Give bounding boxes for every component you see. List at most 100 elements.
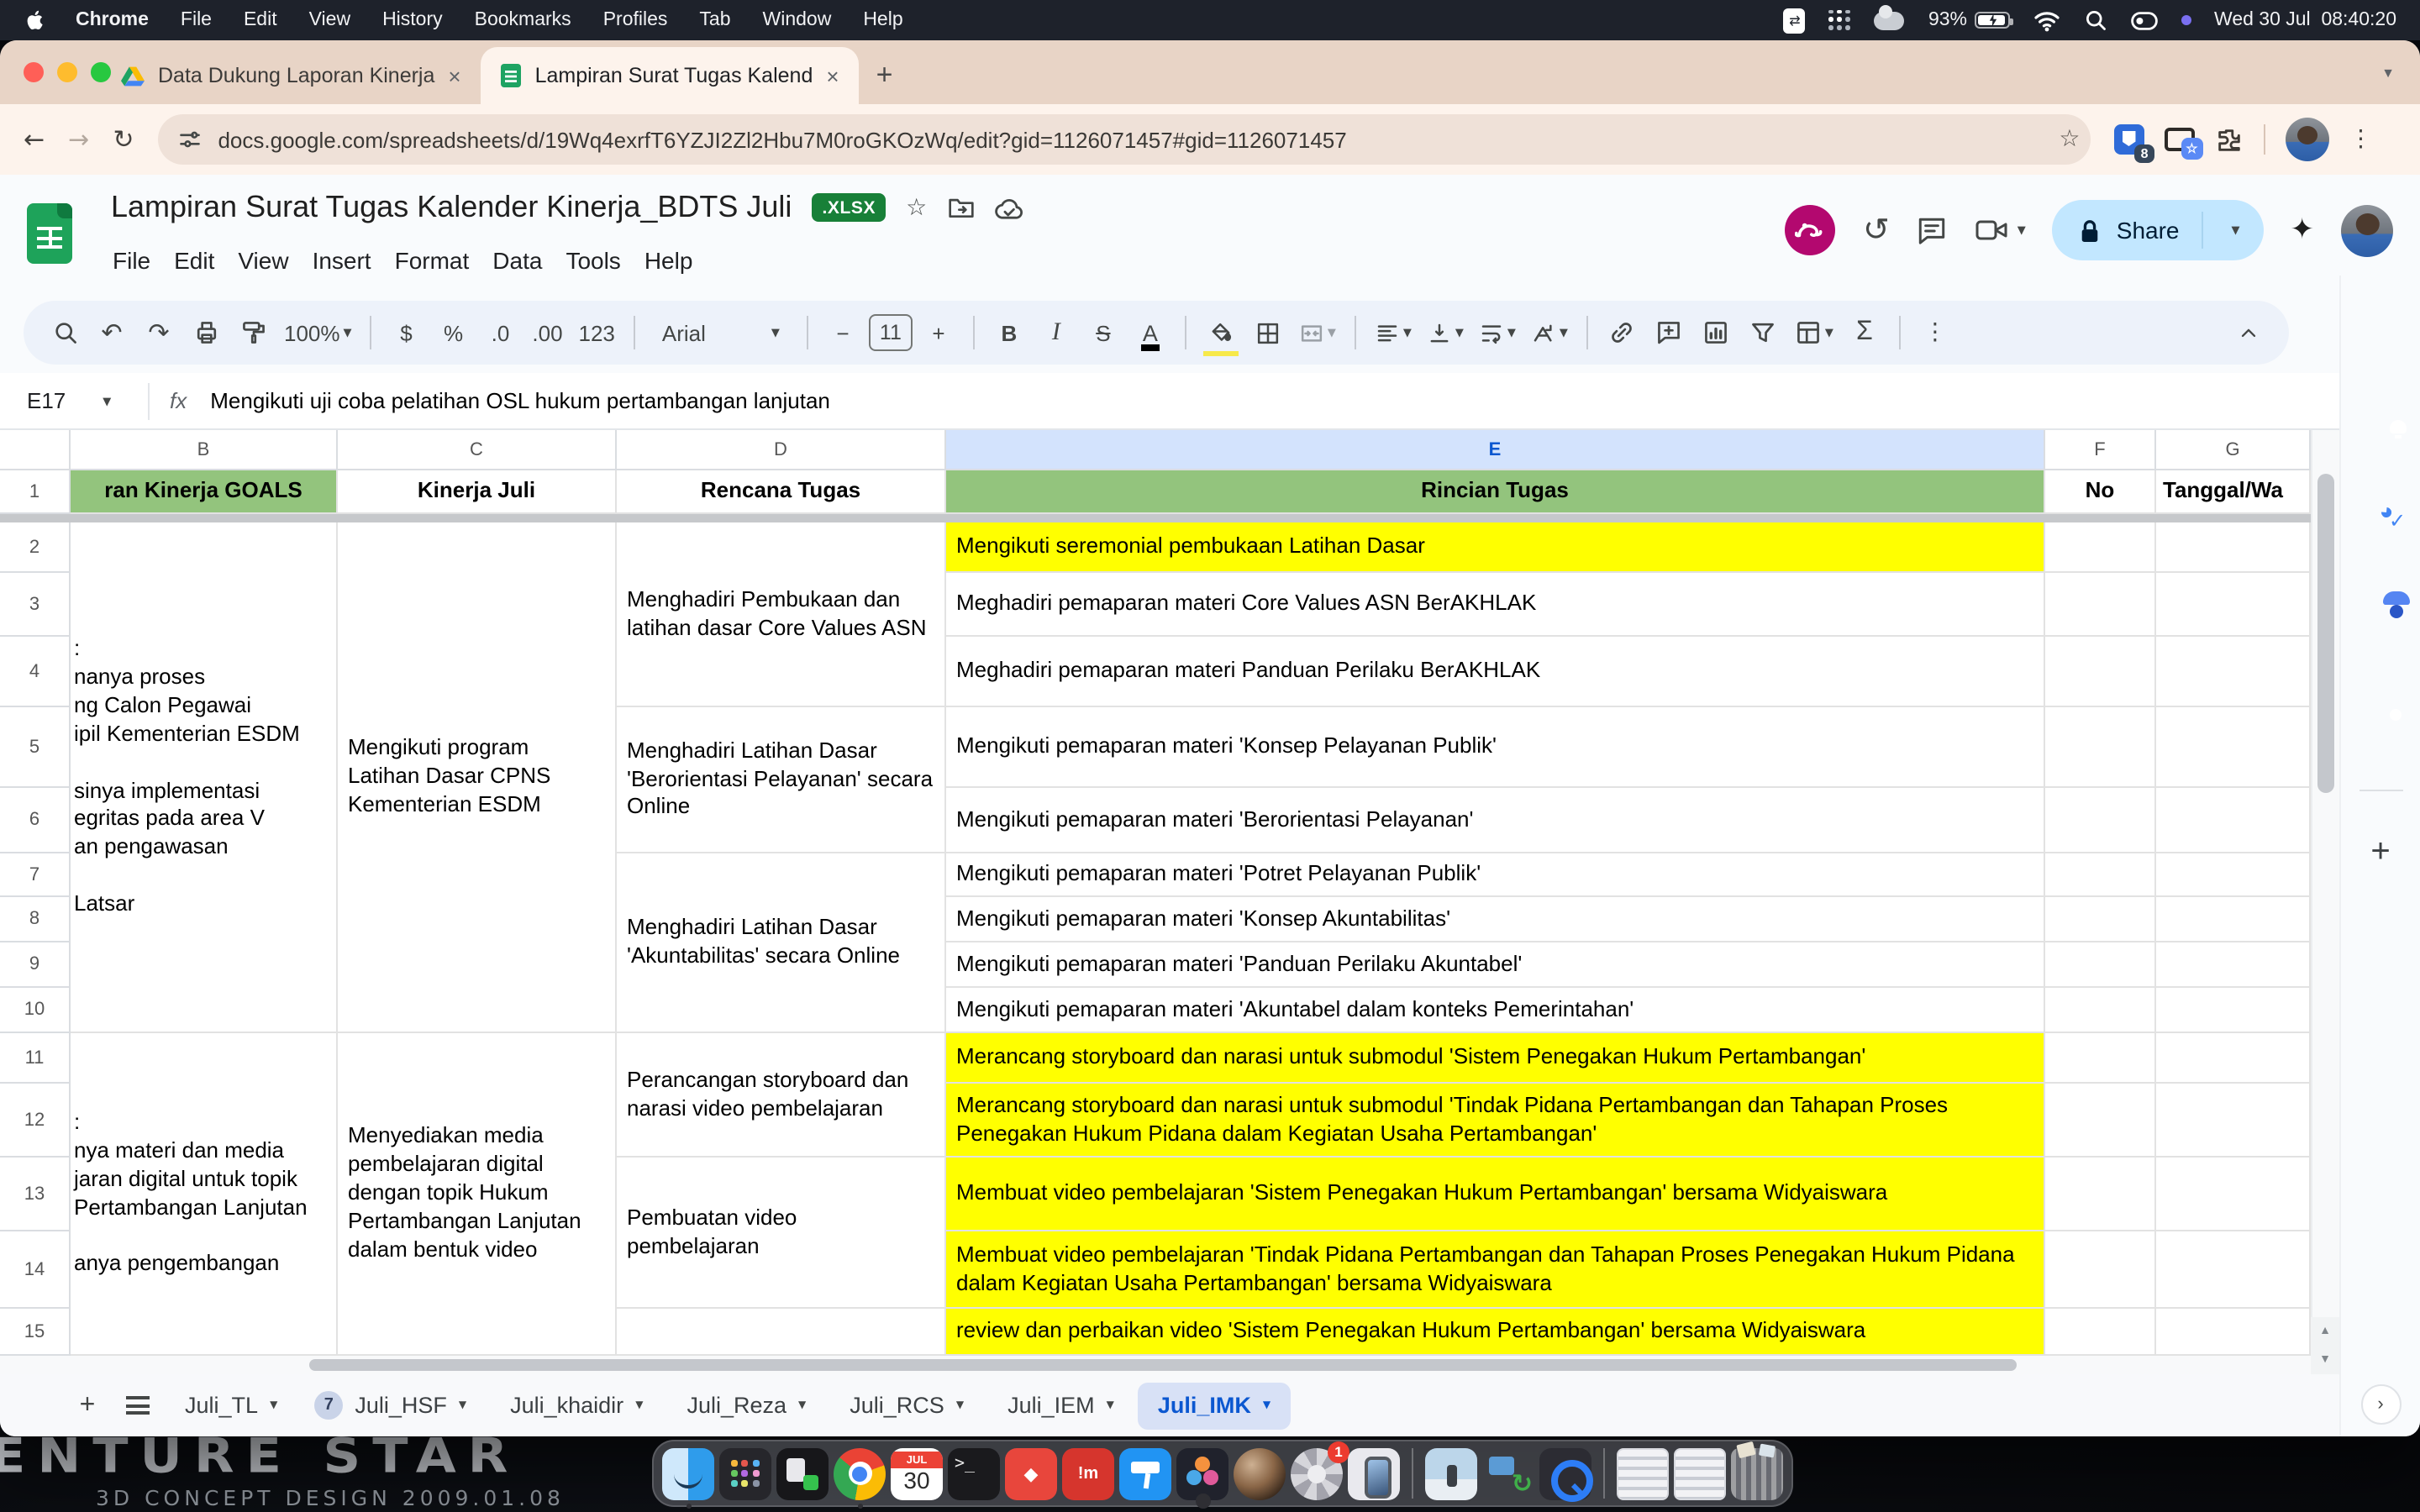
- davinci-resolve-icon[interactable]: [1176, 1447, 1228, 1499]
- site-settings-icon[interactable]: [177, 128, 201, 151]
- paint-format-button[interactable]: [232, 311, 274, 354]
- cell-G1[interactable]: Tanggal/Wa: [2156, 470, 2311, 514]
- onedrive-icon[interactable]: [1875, 11, 1905, 29]
- bookmark-star-icon[interactable]: ☆: [2059, 126, 2080, 153]
- cell-F13[interactable]: [2045, 1158, 2156, 1231]
- menubar-item-window[interactable]: Window: [763, 10, 832, 30]
- cell-G15[interactable]: [2156, 1309, 2311, 1356]
- minimized-window-icon[interactable]: [1674, 1447, 1726, 1499]
- cell-G10[interactable]: [2156, 988, 2311, 1033]
- quicktime-icon[interactable]: [1539, 1447, 1591, 1499]
- spotlight-icon[interactable]: [2083, 8, 2107, 32]
- cell-D2-D4[interactable]: Menghadiri Pembukaan dan latihan dasar C…: [617, 522, 946, 707]
- minimized-window-icon[interactable]: [1617, 1447, 1669, 1499]
- fill-color-button[interactable]: [1200, 311, 1242, 354]
- row-header-4[interactable]: 4: [0, 637, 71, 707]
- cell-G5[interactable]: [2156, 707, 2311, 788]
- column-header-E[interactable]: E: [946, 430, 2045, 470]
- functions-button[interactable]: Σ: [1844, 311, 1886, 354]
- cell-G12[interactable]: [2156, 1084, 2311, 1158]
- cell-G6[interactable]: [2156, 788, 2311, 853]
- format-currency-button[interactable]: $: [386, 311, 428, 354]
- increase-font-size-button[interactable]: +: [918, 311, 960, 354]
- cell-B1[interactable]: ran Kinerja GOALS: [71, 470, 338, 514]
- row-header-2[interactable]: 2: [0, 522, 71, 573]
- column-header-C[interactable]: C: [338, 430, 617, 470]
- version-history-icon[interactable]: ↺: [1863, 212, 1890, 249]
- cell-F3[interactable]: [2045, 573, 2156, 637]
- row-header-9[interactable]: 9: [0, 942, 71, 988]
- column-header-F[interactable]: F: [2045, 430, 2156, 470]
- strikethrough-button[interactable]: S: [1082, 311, 1124, 354]
- chrome-dock-icon[interactable]: [834, 1447, 886, 1499]
- share-button[interactable]: Share ▼: [2053, 200, 2264, 260]
- select-all-corner[interactable]: [0, 430, 71, 470]
- close-tab-icon[interactable]: ×: [448, 63, 460, 88]
- cell-G4[interactable]: [2156, 637, 2311, 707]
- decrease-font-size-button[interactable]: −: [822, 311, 864, 354]
- sheet-tab-juli-reza[interactable]: Juli_Reza▼: [666, 1382, 826, 1429]
- collapse-panel-button[interactable]: ›: [2360, 1384, 2401, 1425]
- bold-button[interactable]: B: [988, 311, 1030, 354]
- close-tab-icon[interactable]: ×: [826, 63, 839, 88]
- vertical-scrollbar[interactable]: [2311, 430, 2339, 1356]
- menubar-item-edit[interactable]: Edit: [244, 10, 277, 30]
- cell-D13-D14[interactable]: Pembuatan video pembelajaran: [617, 1158, 946, 1309]
- cell-E12[interactable]: Merancang storyboard dan narasi untuk su…: [946, 1084, 2045, 1158]
- cell-E3[interactable]: Meghadiri pemaparan materi Core Values A…: [946, 573, 2045, 637]
- vertical-scrollbar-thumb[interactable]: [2317, 474, 2334, 793]
- cell-G9[interactable]: [2156, 942, 2311, 988]
- cell-F6[interactable]: [2045, 788, 2156, 853]
- menu-edit[interactable]: Edit: [162, 242, 226, 279]
- menubar-item-tab[interactable]: Tab: [699, 10, 730, 30]
- font-size-input[interactable]: 11: [869, 314, 913, 351]
- browser-tab-drive[interactable]: Data Dukung Laporan Kinerja ×: [101, 47, 481, 104]
- vertical-align-button[interactable]: ▼: [1422, 311, 1469, 354]
- sheet-tab-juli-tl[interactable]: Juli_TL▼: [165, 1382, 297, 1429]
- cell-D15[interactable]: [617, 1309, 946, 1356]
- new-tab-button[interactable]: +: [876, 59, 893, 92]
- extensions-puzzle-icon[interactable]: [2214, 125, 2243, 154]
- borders-button[interactable]: [1247, 311, 1289, 354]
- row-header-7[interactable]: 7: [0, 853, 71, 897]
- cell-G2[interactable]: [2156, 522, 2311, 573]
- sheet-tab-juli-iem[interactable]: Juli_IEM▼: [987, 1382, 1134, 1429]
- cell-D5-D6[interactable]: Menghadiri Latihan Dasar 'Berorientasi P…: [617, 707, 946, 853]
- comments-icon[interactable]: [1917, 214, 1949, 246]
- text-rotation-button[interactable]: ▼: [1526, 311, 1573, 354]
- gemini-sparkle-icon[interactable]: ✦: [2291, 213, 2315, 247]
- menubar-item-file[interactable]: File: [181, 10, 212, 30]
- cell-B2-B10[interactable]: : nanya proses ng Calon Pegawai ipil Kem…: [71, 522, 338, 1033]
- row-header-3[interactable]: 3: [0, 573, 71, 637]
- add-sheet-button[interactable]: +: [64, 1390, 111, 1420]
- decrease-decimal-button[interactable]: .0: [480, 311, 522, 354]
- italic-button[interactable]: I: [1035, 311, 1077, 354]
- cell-E13[interactable]: Membuat video pembelajaran 'Sistem Peneg…: [946, 1158, 2045, 1231]
- undo-button[interactable]: ↶: [91, 311, 133, 354]
- share-dropdown-icon[interactable]: ▼: [2232, 223, 2240, 237]
- menubar-item-view[interactable]: View: [309, 10, 350, 30]
- menubar-item-chrome[interactable]: Chrome: [76, 10, 149, 30]
- merge-cells-button[interactable]: ▼: [1294, 311, 1341, 354]
- account-avatar[interactable]: [2341, 204, 2393, 256]
- insert-comment-button[interactable]: [1649, 311, 1691, 354]
- row-header-14[interactable]: 14: [0, 1231, 71, 1309]
- menubar-clock[interactable]: Wed 30 Jul 08:40:20: [2214, 10, 2396, 30]
- browser-profile-avatar[interactable]: [2285, 118, 2328, 161]
- sheet-tab-juli-rcs[interactable]: Juli_RCS▼: [829, 1382, 984, 1429]
- font-select[interactable]: Arial▼: [649, 311, 793, 354]
- browser-tab-sheet[interactable]: Lampiran Surat Tugas Kalend ×: [481, 47, 860, 104]
- minimize-window-button[interactable]: [57, 62, 77, 82]
- launchpad-icon[interactable]: [719, 1447, 771, 1499]
- cell-E5[interactable]: Mengikuti pemaparan materi 'Konsep Pelay…: [946, 707, 2045, 788]
- formula-input[interactable]: Mengikuti uji coba pelatihan OSL hukum p…: [210, 388, 830, 413]
- calendar-app-icon[interactable]: JUL30: [891, 1447, 943, 1499]
- battery-indicator[interactable]: 93%: [1928, 10, 2009, 30]
- cell-F8[interactable]: [2045, 897, 2156, 942]
- cell-E7[interactable]: Mengikuti pemaparan materi 'Potret Pelay…: [946, 853, 2045, 897]
- sheet-tab-juli-hsf[interactable]: 7Juli_HSF▼: [301, 1382, 487, 1429]
- trash-icon[interactable]: [1731, 1447, 1783, 1499]
- tab-search-icon[interactable]: ▼: [2373, 57, 2403, 87]
- extension-animal-icon[interactable]: [1786, 205, 1836, 255]
- cell-F12[interactable]: [2045, 1084, 2156, 1158]
